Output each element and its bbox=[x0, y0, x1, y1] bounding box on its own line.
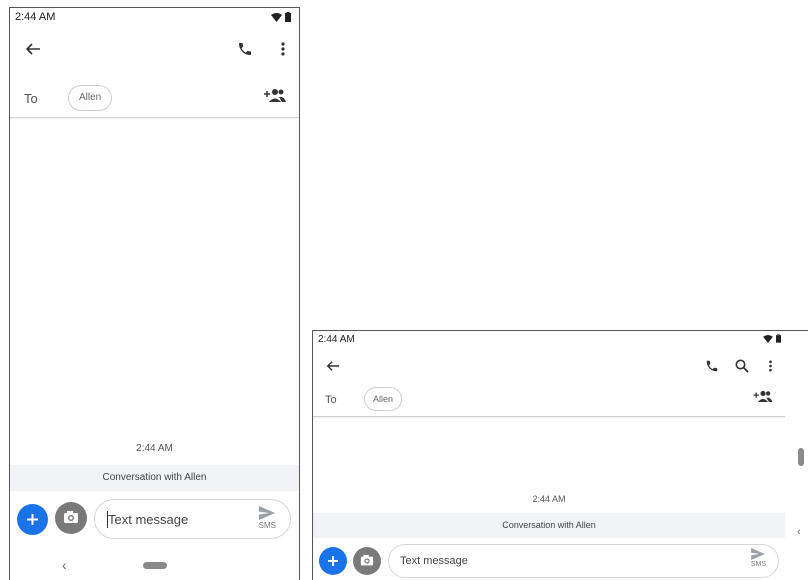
send-icon bbox=[258, 506, 276, 520]
attach-button[interactable] bbox=[319, 547, 347, 575]
to-label: To bbox=[24, 91, 38, 106]
phone-icon[interactable] bbox=[237, 41, 253, 57]
nav-back-button[interactable]: ‹ bbox=[62, 557, 67, 573]
message-input[interactable]: Text message SMS bbox=[388, 544, 779, 578]
message-input-placeholder: Text message bbox=[400, 555, 468, 567]
message-input-placeholder: Text message bbox=[108, 512, 189, 527]
send-mode-label: SMS bbox=[258, 521, 276, 530]
battery-icon bbox=[285, 12, 291, 22]
camera-gallery-button[interactable] bbox=[353, 547, 381, 575]
send-button[interactable]: SMS bbox=[258, 506, 276, 530]
add-person-icon[interactable] bbox=[753, 390, 773, 402]
battery-icon bbox=[776, 334, 781, 343]
home-pill[interactable] bbox=[143, 562, 167, 569]
wifi-icon bbox=[763, 334, 773, 343]
more-vert-icon[interactable] bbox=[768, 359, 773, 373]
camera-icon bbox=[353, 547, 381, 575]
top-app-bar bbox=[313, 347, 785, 387]
attach-button[interactable] bbox=[17, 504, 48, 535]
compose-bar: Text message SMS bbox=[313, 538, 785, 580]
add-person-icon[interactable] bbox=[264, 88, 286, 102]
send-button[interactable]: SMS bbox=[751, 548, 766, 568]
side-nav-area: ‹ bbox=[785, 331, 808, 580]
compose-bar: Text message SMS bbox=[10, 491, 299, 546]
back-arrow-icon[interactable] bbox=[25, 41, 41, 57]
portrait-phone-screen: 2:44 AM To Allen 2:44 AM Conversation wi… bbox=[9, 7, 300, 580]
conversation-banner: Conversation with Allen bbox=[10, 465, 299, 491]
camera-icon bbox=[55, 502, 87, 534]
send-icon bbox=[750, 548, 766, 560]
plus-icon bbox=[319, 547, 347, 575]
recipient-row: To Allen bbox=[313, 387, 785, 417]
status-time: 2:44 AM bbox=[318, 334, 355, 345]
recipient-row: To Allen bbox=[10, 81, 299, 118]
status-bar: 2:44 AM bbox=[10, 8, 299, 27]
message-input[interactable]: Text message SMS bbox=[94, 499, 291, 539]
message-timestamp: 2:44 AM bbox=[136, 443, 173, 454]
conversation-banner: Conversation with Allen bbox=[313, 513, 785, 538]
nav-back-button[interactable]: ‹ bbox=[797, 526, 801, 538]
to-label: To bbox=[325, 394, 337, 406]
send-mode-label: SMS bbox=[750, 561, 766, 568]
landscape-content: 2:44 AM To Allen 2:44 AM Conversation wi… bbox=[313, 331, 785, 580]
scrollbar-thumb[interactable] bbox=[798, 448, 804, 466]
top-app-bar bbox=[10, 27, 299, 81]
more-vert-icon[interactable] bbox=[280, 41, 286, 57]
back-arrow-icon[interactable] bbox=[326, 359, 340, 373]
recipient-chip[interactable]: Allen bbox=[364, 387, 403, 411]
search-icon[interactable] bbox=[735, 359, 749, 373]
phone-icon[interactable] bbox=[705, 359, 719, 373]
wifi-icon bbox=[271, 12, 282, 22]
message-timestamp: 2:44 AM bbox=[532, 494, 566, 504]
status-time: 2:44 AM bbox=[15, 11, 56, 23]
recipient-chip[interactable]: Allen bbox=[68, 85, 113, 111]
camera-gallery-button[interactable] bbox=[55, 502, 87, 534]
plus-icon bbox=[17, 504, 48, 535]
system-nav-bar: ‹ bbox=[10, 546, 299, 580]
landscape-phone-screen: 2:44 AM To Allen 2:44 AM Conversation wi… bbox=[312, 330, 808, 580]
